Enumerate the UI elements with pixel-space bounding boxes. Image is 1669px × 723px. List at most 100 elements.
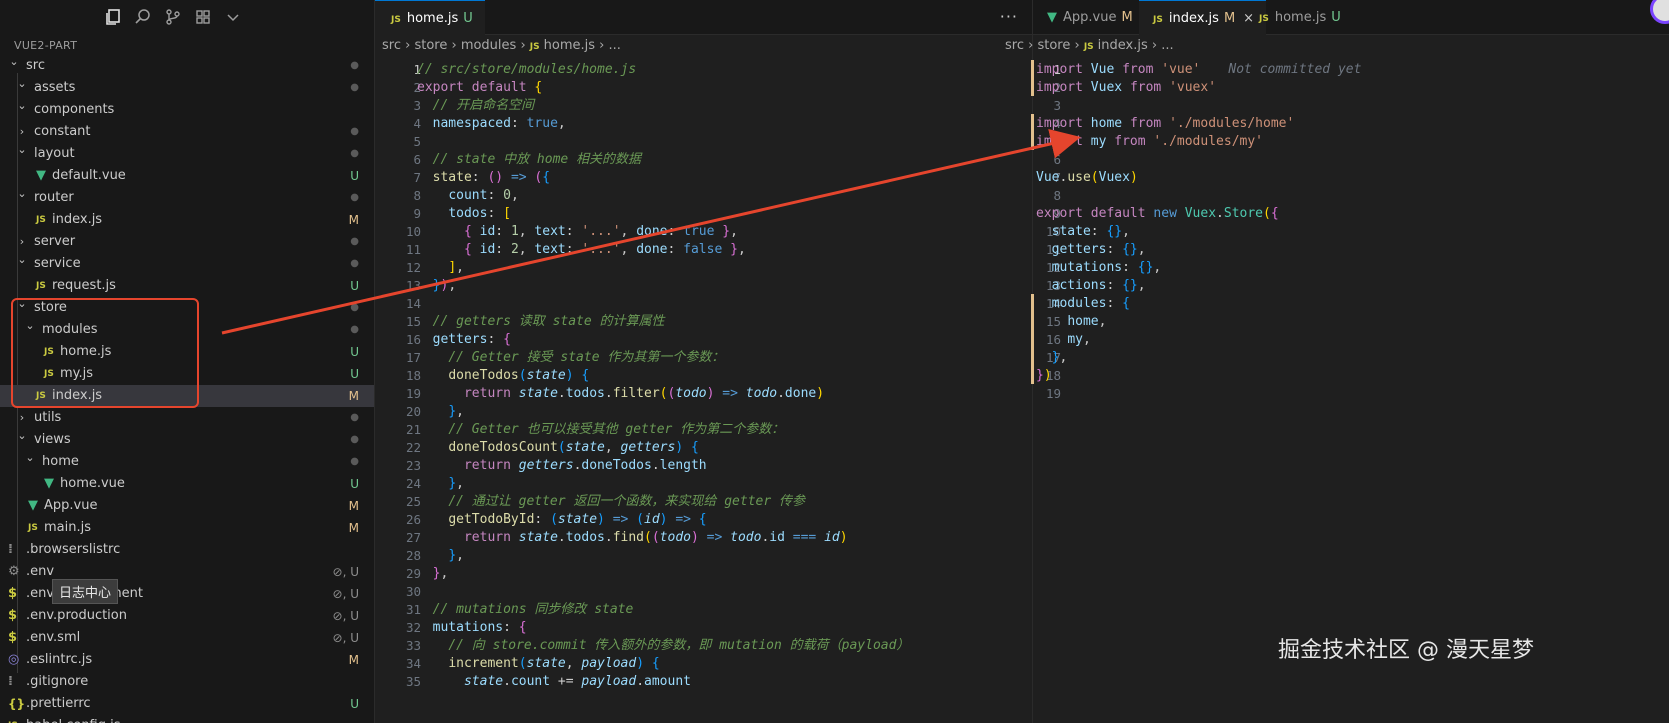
- tab-App-vue[interactable]: ▼ App.vue M: [1033, 0, 1145, 35]
- tree-item[interactable]: {} .prettierrc U: [0, 693, 374, 715]
- code-line[interactable]: export default {: [417, 78, 542, 97]
- files-icon[interactable]: [104, 8, 122, 26]
- tree-item[interactable]: ▼ default.vue U: [0, 165, 374, 187]
- breadcrumb-item[interactable]: src: [1005, 38, 1024, 53]
- tab-home-js[interactable]: JS home.js U: [375, 0, 485, 35]
- breadcrumb-item[interactable]: home.js: [544, 38, 595, 53]
- tree-item[interactable]: › constant ●: [0, 121, 374, 143]
- code-line[interactable]: doneTodos(state) {: [417, 366, 589, 385]
- code-line[interactable]: actions: {},: [1036, 276, 1146, 295]
- code-line[interactable]: state: {},: [1036, 222, 1130, 241]
- breadcrumb-item[interactable]: modules: [461, 38, 517, 53]
- code-line[interactable]: export default new Vuex.Store({: [1036, 204, 1279, 223]
- code-line[interactable]: import Vuex from 'vuex': [1036, 78, 1216, 97]
- code-line[interactable]: return state.todos.filter((todo) => todo…: [417, 384, 824, 403]
- code-line[interactable]: },: [1036, 348, 1068, 367]
- breadcrumb-item[interactable]: store: [414, 38, 447, 53]
- tree-item[interactable]: ⌄ router ●: [0, 187, 374, 209]
- line-number: 15: [405, 314, 421, 329]
- code-line[interactable]: getters: {: [417, 330, 511, 349]
- breadcrumb-item[interactable]: index.js: [1098, 38, 1148, 53]
- code-line[interactable]: return getters.doneTodos.length: [417, 456, 707, 475]
- code-line[interactable]: // Getter 接受 state 作为其第一个参数：: [417, 348, 724, 367]
- code-line[interactable]: { id: 1, text: '...', done: true },: [417, 222, 738, 241]
- tree-item[interactable]: $ .env.sml ⊘, U: [0, 627, 374, 649]
- code-line[interactable]: // getters 读取 state 的计算属性: [417, 312, 665, 331]
- git-status-badge: ●: [350, 236, 359, 247]
- tree-item[interactable]: JS index.js M: [0, 209, 374, 231]
- extensions-icon[interactable]: [194, 8, 212, 26]
- tree-item[interactable]: ⌄ service ●: [0, 253, 374, 275]
- tree-item[interactable]: › utils ●: [0, 407, 374, 429]
- code-line[interactable]: home,: [1036, 312, 1106, 331]
- tree-item[interactable]: ⌄ layout ●: [0, 143, 374, 165]
- tree-item[interactable]: ⌄ assets ●: [0, 77, 374, 99]
- git-status-badge: ●: [350, 192, 359, 203]
- code-line[interactable]: { id: 2, text: '...', done: false },: [417, 240, 746, 259]
- tree-item[interactable]: JS request.js U: [0, 275, 374, 297]
- code-line[interactable]: import my from './modules/my': [1036, 132, 1263, 151]
- code-line[interactable]: // 向 store.commit 传入额外的参数，即 mutation 的载荷…: [417, 636, 909, 655]
- code-line[interactable]: doneTodosCount(state, getters) {: [417, 438, 698, 457]
- tree-item[interactable]: ⌄ src ●: [0, 55, 374, 77]
- code-line[interactable]: // src/store/modules/home.js: [417, 60, 636, 79]
- tree-item[interactable]: JS main.js M: [0, 517, 374, 539]
- code-line[interactable]: return state.todos.find((todo) => todo.i…: [417, 528, 848, 547]
- code-line[interactable]: },: [417, 474, 464, 493]
- breadcrumb-item[interactable]: ...: [1161, 38, 1173, 53]
- tree-item[interactable]: ⁞ .gitignore: [0, 671, 374, 693]
- tree-item[interactable]: ▼ App.vue M: [0, 495, 374, 517]
- tree-item[interactable]: ⁞ .browserslistrc: [0, 539, 374, 561]
- tree-item[interactable]: ⌄ components: [0, 99, 374, 121]
- code-line[interactable]: ],: [417, 258, 464, 277]
- code-line[interactable]: namespaced: true,: [417, 114, 566, 133]
- code-line[interactable]: mutations: {},: [1036, 258, 1162, 277]
- git-status-badge: U: [350, 279, 359, 293]
- code-line[interactable]: mutations: {: [417, 618, 527, 637]
- git-status-badge: ●: [350, 324, 359, 335]
- code-line[interactable]: increment(state, payload) {: [417, 654, 659, 673]
- tree-item[interactable]: ⌄ home ●: [0, 451, 374, 473]
- chevron-down-icon: ⌄: [9, 55, 19, 68]
- code-line[interactable]: getters: {},: [1036, 240, 1146, 259]
- code-line[interactable]: // Getter 也可以接受其他 getter 作为第二个参数：: [417, 420, 784, 439]
- code-line[interactable]: state.count += payload.amount: [417, 672, 691, 691]
- breadcrumb-item[interactable]: ...: [608, 38, 620, 53]
- code-line[interactable]: // 通过让 getter 返回一个函数，来实现给 getter 传参: [417, 492, 805, 511]
- git-status-badge: ●: [350, 412, 359, 423]
- code-line[interactable]: my,: [1036, 330, 1090, 349]
- code-line[interactable]: // state 中放 home 相关的数据: [417, 150, 641, 169]
- watermark: 掘金技术社区 @ 漫天星梦: [1278, 638, 1534, 663]
- code-line[interactable]: import Vue from 'vue' Not committed yet: [1036, 60, 1361, 79]
- breadcrumb-item[interactable]: store: [1037, 38, 1070, 53]
- code-line[interactable]: },: [417, 564, 449, 583]
- code-line[interactable]: },: [417, 402, 464, 421]
- code-line[interactable]: modules: {: [1036, 294, 1130, 313]
- tree-item[interactable]: JS babel.config.js: [0, 715, 374, 723]
- breadcrumb-item[interactable]: src: [382, 38, 401, 53]
- more-actions-icon[interactable]: ···: [1000, 0, 1018, 35]
- code-line[interactable]: count: 0,: [417, 186, 518, 205]
- code-line[interactable]: // 开启命名空间: [417, 96, 534, 115]
- tree-item[interactable]: ▼ home.vue U: [0, 473, 374, 495]
- code-line[interactable]: }): [1036, 366, 1052, 385]
- code-line[interactable]: // mutations 同步修改 state: [417, 600, 634, 619]
- chevron-down-icon[interactable]: [224, 8, 242, 26]
- tree-item[interactable]: ⌄ views ●: [0, 429, 374, 451]
- settings-file-icon: ⚙: [8, 564, 20, 579]
- search-icon[interactable]: [134, 8, 152, 26]
- code-line[interactable]: },: [417, 546, 464, 565]
- tree-item[interactable]: ◎ .eslintrc.js M: [0, 649, 374, 671]
- code-line[interactable]: todos: [: [417, 204, 511, 223]
- source-control-icon[interactable]: [164, 8, 182, 26]
- code-line[interactable]: }),: [417, 276, 456, 295]
- tree-item[interactable]: $ .env.production ⊘, U: [0, 605, 374, 627]
- tree-item[interactable]: › server ●: [0, 231, 374, 253]
- code-line[interactable]: getTodoById: (state) => (id) => {: [417, 510, 706, 529]
- code-line[interactable]: import home from './modules/home': [1036, 114, 1294, 133]
- code-line[interactable]: state: () => ({: [417, 168, 550, 187]
- workspace-title[interactable]: VUE2-PART: [14, 39, 77, 52]
- code-line[interactable]: Vue.use(Vuex): [1036, 168, 1138, 187]
- folder-label: assets: [34, 80, 76, 95]
- tab-home-js[interactable]: JS home.js U: [1245, 0, 1353, 35]
